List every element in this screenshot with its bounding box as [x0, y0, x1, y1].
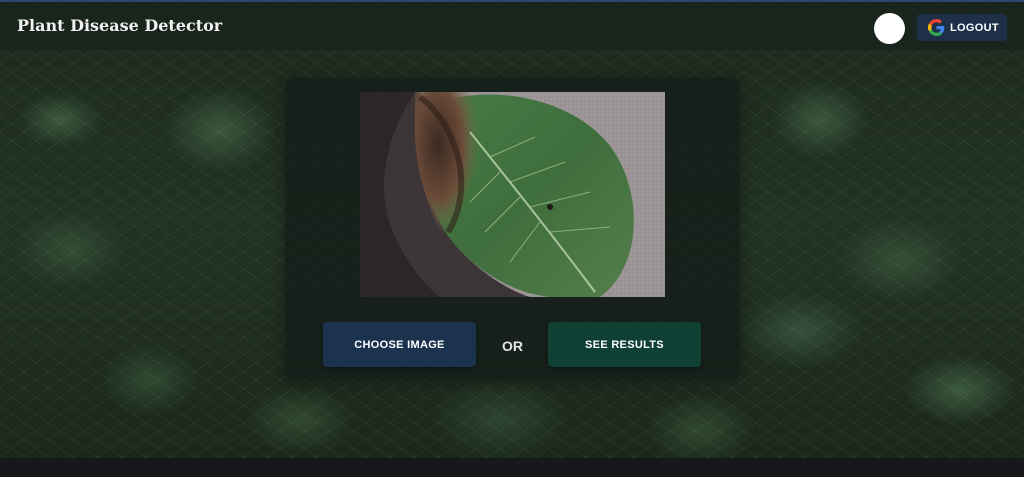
app-title: Plant Disease Detector — [17, 16, 223, 35]
logout-button[interactable]: LOGOUT — [917, 14, 1007, 41]
or-separator: OR — [502, 338, 523, 354]
navbar: Plant Disease Detector LOGOUT — [0, 0, 1024, 50]
footer-band — [0, 458, 1024, 477]
leaf-preview-image — [360, 92, 665, 297]
choose-image-button[interactable]: CHOOSE IMAGE — [323, 322, 476, 367]
leaf-image — [360, 92, 665, 297]
avatar[interactable] — [874, 13, 905, 44]
logout-label: LOGOUT — [950, 21, 999, 34]
google-g-icon — [928, 19, 945, 36]
see-results-button[interactable]: SEE RESULTS — [548, 322, 701, 367]
